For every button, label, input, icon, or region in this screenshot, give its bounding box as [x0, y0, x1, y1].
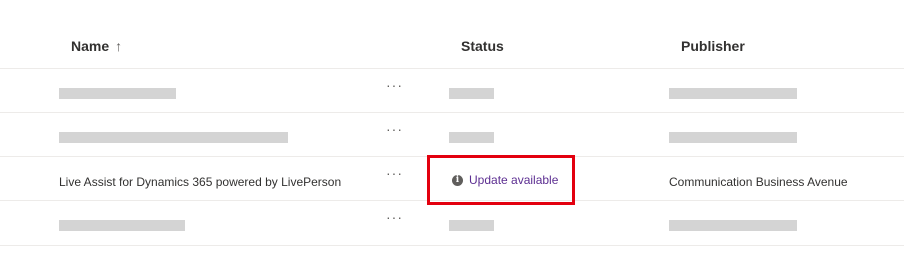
column-header-publisher[interactable]: Publisher: [681, 38, 745, 54]
redacted-publisher-placeholder: [669, 220, 797, 231]
redacted-name-placeholder: [59, 220, 185, 231]
table-bottom-divider: [0, 245, 904, 246]
column-header-name[interactable]: Name ↑: [71, 38, 122, 54]
more-actions-button[interactable]: ···: [386, 122, 406, 138]
redacted-name-placeholder: [59, 132, 288, 143]
column-header-publisher-label: Publisher: [681, 38, 745, 54]
table-header: Name ↑ Status Publisher: [0, 24, 904, 68]
redacted-status-placeholder: [449, 132, 494, 143]
more-actions-button[interactable]: ···: [386, 166, 406, 182]
table-row[interactable]: ···: [0, 68, 904, 113]
publisher-name: Communication Business Avenue: [669, 175, 848, 189]
more-actions-button[interactable]: ···: [386, 210, 406, 226]
highlight-annotation-box: [427, 155, 575, 205]
redacted-status-placeholder: [449, 220, 494, 231]
sort-ascending-icon: ↑: [115, 38, 123, 54]
column-header-status[interactable]: Status: [461, 38, 504, 54]
redacted-publisher-placeholder: [669, 132, 797, 143]
redacted-status-placeholder: [449, 88, 494, 99]
table-row[interactable]: ···: [0, 200, 904, 245]
redacted-name-placeholder: [59, 88, 176, 99]
table-row[interactable]: ···: [0, 112, 904, 157]
column-header-status-label: Status: [461, 38, 504, 54]
more-actions-button[interactable]: ···: [386, 78, 406, 94]
solution-name[interactable]: Live Assist for Dynamics 365 powered by …: [59, 175, 341, 189]
column-header-name-label: Name: [71, 38, 110, 54]
redacted-publisher-placeholder: [669, 88, 797, 99]
